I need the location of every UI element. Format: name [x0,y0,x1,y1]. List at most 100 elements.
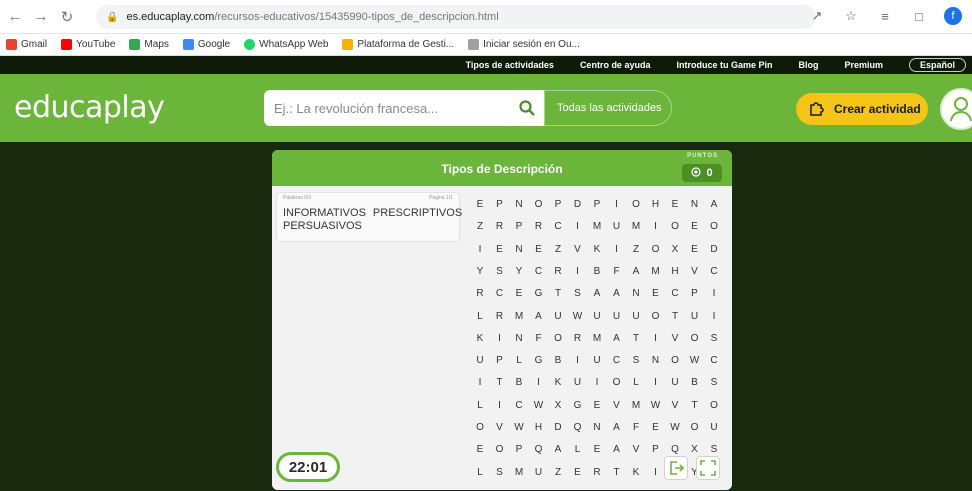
grid-letter[interactable]: W [568,306,588,328]
grid-letter[interactable]: Z [548,239,568,261]
grid-letter[interactable]: E [587,439,607,461]
forward-icon[interactable]: → [30,6,52,28]
grid-letter[interactable]: N [587,417,607,439]
grid-letter[interactable]: O [704,395,724,417]
grid-letter[interactable]: N [509,194,529,216]
grid-letter[interactable]: U [587,306,607,328]
grid-letter[interactable]: E [568,462,588,484]
grid-letter[interactable]: N [509,239,529,261]
grid-letter[interactable]: T [490,372,510,394]
grid-letter[interactable]: M [587,216,607,238]
grid-letter[interactable]: I [490,395,510,417]
grid-letter[interactable]: I [704,283,724,305]
grid-letter[interactable]: P [509,216,529,238]
grid-letter[interactable]: U [568,372,588,394]
educaplay-logo[interactable]: educaplay [14,90,165,125]
grid-letter[interactable]: O [529,194,549,216]
grid-letter[interactable]: Q [529,439,549,461]
grid-letter[interactable]: C [704,261,724,283]
grid-letter[interactable]: C [509,395,529,417]
grid-letter[interactable]: P [490,194,510,216]
bookmark-outlook[interactable]: Iniciar sesión en Ou... [468,39,580,50]
grid-letter[interactable]: Q [568,417,588,439]
grid-letter[interactable]: X [548,395,568,417]
grid-letter[interactable]: L [626,372,646,394]
grid-letter[interactable]: E [529,239,549,261]
grid-letter[interactable]: E [685,239,705,261]
grid-letter[interactable]: E [685,216,705,238]
fullscreen-icon[interactable] [696,456,720,480]
star-icon[interactable]: ☆ [842,7,860,25]
grid-letter[interactable]: D [704,239,724,261]
grid-letter[interactable]: U [607,306,627,328]
grid-letter[interactable]: I [470,372,490,394]
grid-letter[interactable]: P [587,194,607,216]
grid-letter[interactable]: L [509,350,529,372]
grid-letter[interactable]: V [665,328,685,350]
grid-letter[interactable]: A [587,283,607,305]
grid-letter[interactable]: G [529,350,549,372]
exit-icon[interactable] [664,456,688,480]
grid-letter[interactable]: I [490,328,510,350]
nav-tipos-actividades[interactable]: Tipos de actividades [466,60,554,70]
grid-letter[interactable]: M [626,216,646,238]
grid-letter[interactable]: V [685,261,705,283]
grid-letter[interactable]: A [607,328,627,350]
grid-letter[interactable]: U [607,216,627,238]
grid-letter[interactable]: I [646,328,666,350]
grid-letter[interactable]: P [509,439,529,461]
grid-letter[interactable]: L [470,462,490,484]
share-icon[interactable]: ↗ [808,7,826,25]
bookmark-plataforma[interactable]: Plataforma de Gesti... [342,39,454,50]
bookmark-gmail[interactable]: Gmail [6,39,47,50]
grid-letter[interactable]: E [490,239,510,261]
grid-letter[interactable]: O [646,306,666,328]
grid-letter[interactable]: I [568,261,588,283]
grid-letter[interactable]: U [626,306,646,328]
profile-icon[interactable]: f [944,7,962,25]
grid-letter[interactable]: W [529,395,549,417]
grid-letter[interactable]: G [568,395,588,417]
grid-letter[interactable]: U [470,350,490,372]
grid-letter[interactable]: T [685,395,705,417]
grid-letter[interactable]: F [607,261,627,283]
grid-letter[interactable]: M [509,462,529,484]
grid-letter[interactable]: A [704,194,724,216]
grid-letter[interactable]: A [607,439,627,461]
language-select[interactable]: Español [908,58,966,72]
grid-letter[interactable]: I [646,462,666,484]
grid-letter[interactable]: U [548,306,568,328]
grid-letter[interactable]: A [548,439,568,461]
grid-letter[interactable]: C [548,216,568,238]
grid-letter[interactable]: T [607,462,627,484]
grid-letter[interactable]: N [685,194,705,216]
grid-letter[interactable]: S [626,350,646,372]
grid-letter[interactable]: I [646,216,666,238]
grid-letter[interactable]: C [704,350,724,372]
grid-letter[interactable]: T [548,283,568,305]
grid-letter[interactable]: P [685,283,705,305]
grid-letter[interactable]: H [665,261,685,283]
grid-letter[interactable]: E [509,283,529,305]
grid-letter[interactable]: I [607,239,627,261]
grid-letter[interactable]: Z [470,216,490,238]
grid-letter[interactable]: T [665,306,685,328]
grid-letter[interactable]: M [626,395,646,417]
grid-letter[interactable]: O [665,350,685,372]
grid-letter[interactable]: U [704,417,724,439]
grid-letter[interactable]: M [587,328,607,350]
create-activity-button[interactable]: Crear actividad [796,93,928,125]
grid-letter[interactable]: A [607,417,627,439]
grid-letter[interactable]: G [529,283,549,305]
grid-letter[interactable]: O [685,417,705,439]
grid-letter[interactable]: Z [626,239,646,261]
grid-letter[interactable]: B [509,372,529,394]
reload-icon[interactable]: ↻ [56,6,78,28]
grid-letter[interactable]: I [587,372,607,394]
grid-letter[interactable]: U [685,306,705,328]
bookmark-whatsapp[interactable]: WhatsApp Web [244,39,328,50]
grid-letter[interactable]: L [470,395,490,417]
grid-letter[interactable]: O [548,328,568,350]
bookmark-google[interactable]: Google [182,39,230,50]
grid-letter[interactable]: I [646,372,666,394]
